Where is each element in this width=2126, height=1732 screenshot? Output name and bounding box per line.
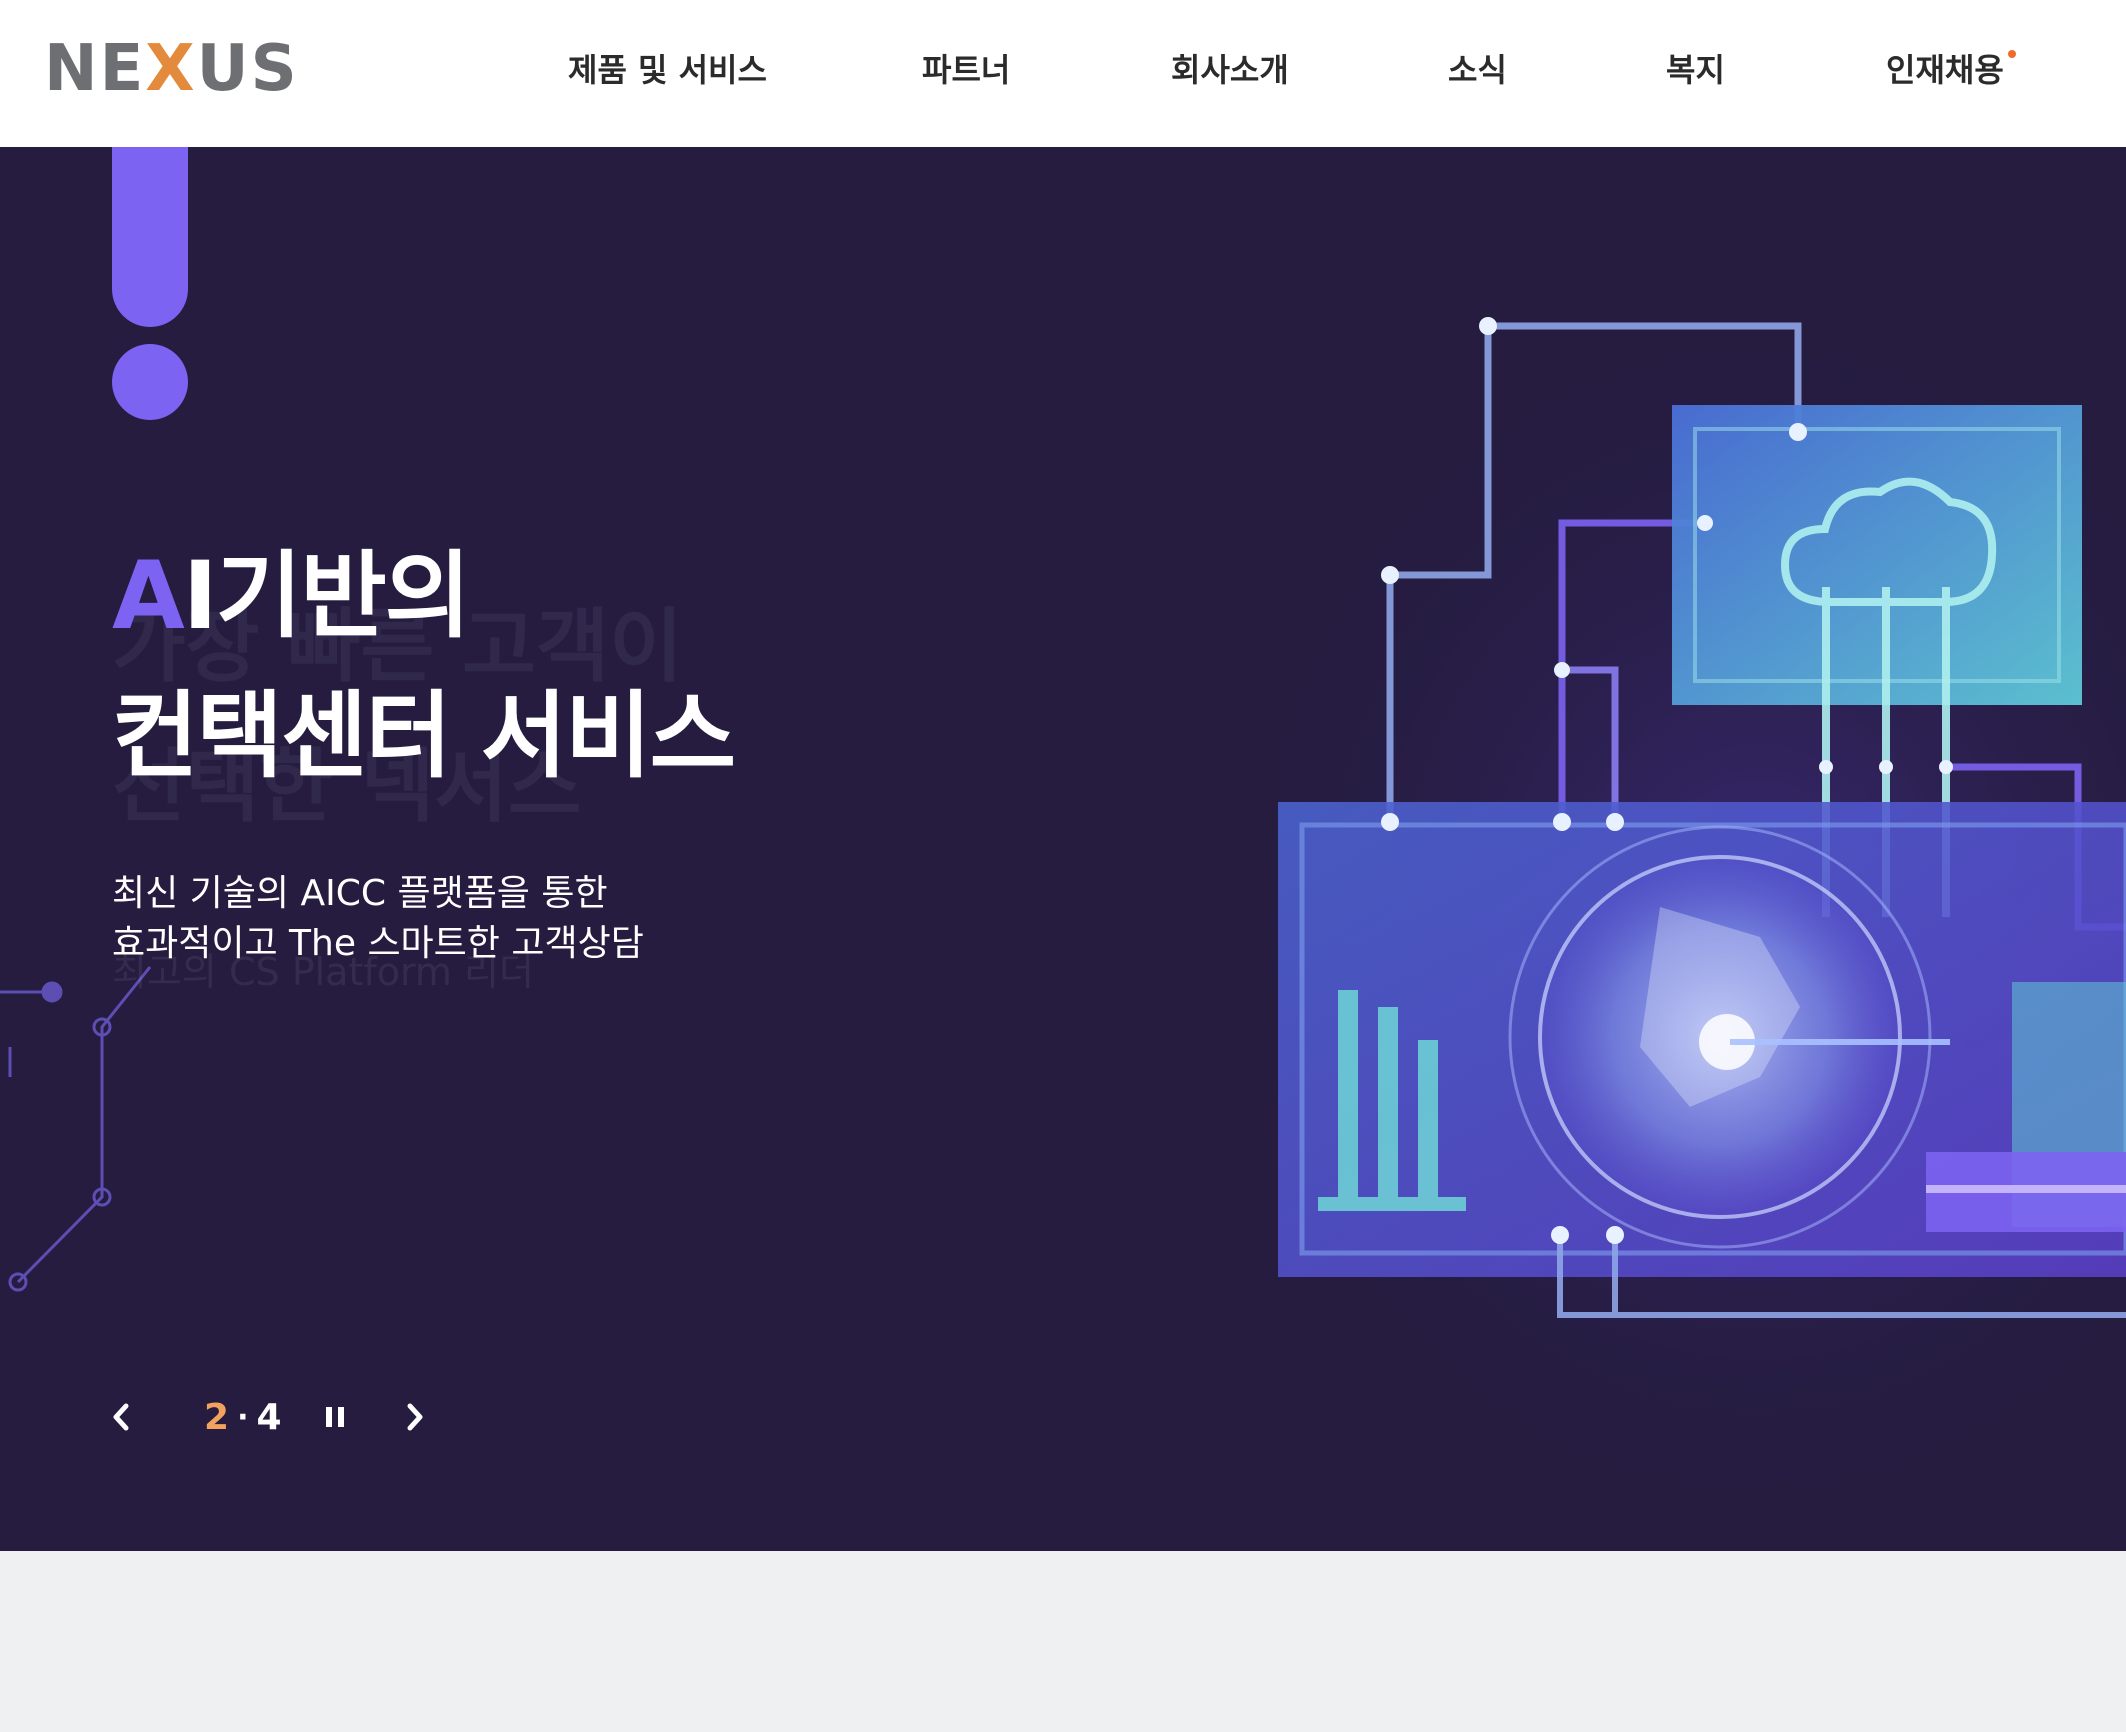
nav-item-careers[interactable]: 인재채용 bbox=[1886, 50, 2004, 90]
nav-item-company[interactable]: 회사소개 bbox=[1171, 50, 1289, 90]
nexus-logo[interactable]: NE X US bbox=[44, 34, 299, 104]
hero-subtitle-line1: 최신 기술의 AICC 플랫폼을 통한 bbox=[112, 873, 608, 914]
logo-text-us: US bbox=[196, 32, 299, 106]
chevron-left-icon bbox=[113, 1403, 129, 1431]
hero-banner: 가장 빠른 고객이 선택한 넥서스 최고의 CS Platform 리더 AI기… bbox=[0, 147, 2126, 1551]
logo-text-ne: NE bbox=[44, 32, 146, 106]
content-area-below bbox=[0, 1551, 2126, 1732]
slider-next-button[interactable] bbox=[402, 1395, 428, 1439]
hero-title-line1: AI기반의 bbox=[112, 527, 734, 667]
careers-new-dot bbox=[2008, 50, 2016, 58]
slider-pause-button[interactable] bbox=[322, 1395, 348, 1439]
network-lines-left bbox=[0, 966, 152, 1292]
slide-separator: · bbox=[237, 1399, 249, 1435]
nav-item-news[interactable]: 소식 bbox=[1448, 50, 1507, 90]
slider-prev-button[interactable] bbox=[108, 1395, 134, 1439]
nav-item-partners[interactable]: 파트너 bbox=[922, 50, 1010, 90]
site-header: NE X US 제품 및 서비스 파트너 회사소개 소식 복지 인재채용 bbox=[0, 0, 2126, 147]
pause-icon bbox=[326, 1407, 344, 1427]
hero-subtitle: 최신 기술의 AICC 플랫폼을 통한 효과적이고 The 스마트한 고객상담 bbox=[112, 869, 644, 969]
hero-title-accent: A bbox=[112, 542, 185, 651]
exclamation-dot-shape bbox=[112, 344, 188, 420]
hero-subtitle-line2: 효과적이고 The 스마트한 고객상담 bbox=[112, 923, 644, 964]
nav-item-welfare[interactable]: 복지 bbox=[1666, 50, 1725, 90]
chevron-right-icon bbox=[407, 1403, 423, 1431]
hero-title-line2: 컨택센터 서비스 bbox=[112, 682, 736, 791]
slide-current: 2 bbox=[204, 1396, 230, 1438]
hero-title-line1-rest: I기반의 bbox=[182, 542, 471, 651]
hero-title: AI기반의 컨택센터 서비스 bbox=[112, 527, 736, 807]
slide-counter: 2 · 4 bbox=[204, 1395, 282, 1439]
slide-total: 4 bbox=[256, 1396, 282, 1438]
logo-text-x: X bbox=[145, 32, 197, 106]
exclamation-bar-shape bbox=[112, 147, 188, 327]
nav-item-products[interactable]: 제품 및 서비스 bbox=[568, 50, 767, 90]
